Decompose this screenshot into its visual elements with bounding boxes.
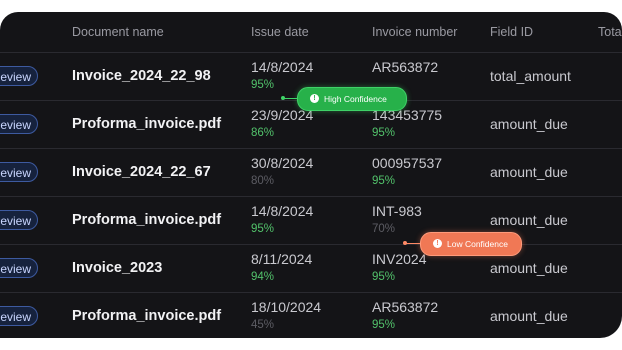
review-button[interactable]: eview (0, 306, 38, 326)
field-id: amount_due (490, 164, 568, 180)
review-button[interactable]: eview (0, 162, 38, 182)
issue-date: 8/11/2024 (251, 251, 313, 267)
column-header-total[interactable]: Tota (598, 25, 622, 39)
field-id: amount_due (490, 308, 568, 324)
issue-date-confidence: 95% (251, 79, 275, 91)
invoice-number-confidence: 95% (372, 271, 396, 283)
high-confidence-label: High Confidence (324, 94, 387, 104)
invoice-number-confidence: 70% (372, 223, 396, 235)
table-row: eview Invoice_2023 8/11/2024 94% INV2024… (0, 244, 622, 293)
issue-date: 14/8/2024 (251, 203, 314, 219)
low-confidence-badge: ! Low Confidence (420, 232, 522, 256)
issue-date-confidence: 95% (251, 223, 275, 235)
high-confidence-badge: ! High Confidence (297, 87, 407, 111)
document-name[interactable]: Invoice_2024_22_98 (72, 68, 211, 84)
invoice-number-confidence: 95% (372, 175, 396, 187)
review-button[interactable]: eview (0, 114, 38, 134)
invoice-number: AR563872 (372, 59, 439, 75)
issue-date: 30/8/2024 (251, 155, 314, 171)
table-row: eview Proforma_invoice.pdf 14/8/2024 95%… (0, 196, 622, 245)
issue-date: 14/8/2024 (251, 59, 314, 75)
info-icon: ! (433, 239, 442, 248)
issue-date-confidence: 86% (251, 127, 275, 139)
invoice-number: INV2024 (372, 251, 427, 267)
table-header: Document name Issue date Invoice number … (0, 12, 622, 52)
info-icon: ! (310, 94, 319, 103)
document-name[interactable]: Proforma_invoice.pdf (72, 308, 221, 324)
review-button[interactable]: eview (0, 210, 38, 230)
document-name[interactable]: Proforma_invoice.pdf (72, 212, 221, 228)
column-header-field-id[interactable]: Field ID (490, 25, 533, 39)
invoice-number: 000957537 (372, 155, 443, 171)
low-confidence-label: Low Confidence (447, 239, 508, 249)
document-name[interactable]: Invoice_2023 (72, 260, 162, 276)
review-button[interactable]: eview (0, 66, 38, 86)
field-id: amount_due (490, 212, 568, 228)
column-header-document-name[interactable]: Document name (72, 25, 164, 39)
table-row: eview Proforma_invoice.pdf 18/10/2024 45… (0, 292, 622, 338)
high-confidence-connector (282, 98, 298, 99)
document-name[interactable]: Proforma_invoice.pdf (72, 116, 221, 132)
column-header-issue-date[interactable]: Issue date (251, 25, 309, 39)
column-header-invoice-number[interactable]: Invoice number (372, 25, 457, 39)
invoice-number-confidence: 95% (372, 127, 396, 139)
issue-date-confidence: 94% (251, 271, 275, 283)
issue-date-confidence: 80% (251, 175, 275, 187)
table-row: eview Invoice_2024_22_67 30/8/2024 80% 0… (0, 148, 622, 197)
invoice-number: AR563872 (372, 299, 439, 315)
invoice-number-confidence: 95% (372, 319, 396, 331)
document-name[interactable]: Invoice_2024_22_67 (72, 164, 211, 180)
issue-date-confidence: 45% (251, 319, 275, 331)
invoice-number: INT-983 (372, 203, 422, 219)
field-id: amount_due (490, 260, 568, 276)
review-button[interactable]: eview (0, 258, 38, 278)
invoice-table: Document name Issue date Invoice number … (0, 12, 622, 338)
low-confidence-connector (404, 243, 420, 244)
issue-date: 18/10/2024 (251, 299, 322, 315)
field-id: total_amount (490, 68, 571, 84)
field-id: amount_due (490, 116, 568, 132)
